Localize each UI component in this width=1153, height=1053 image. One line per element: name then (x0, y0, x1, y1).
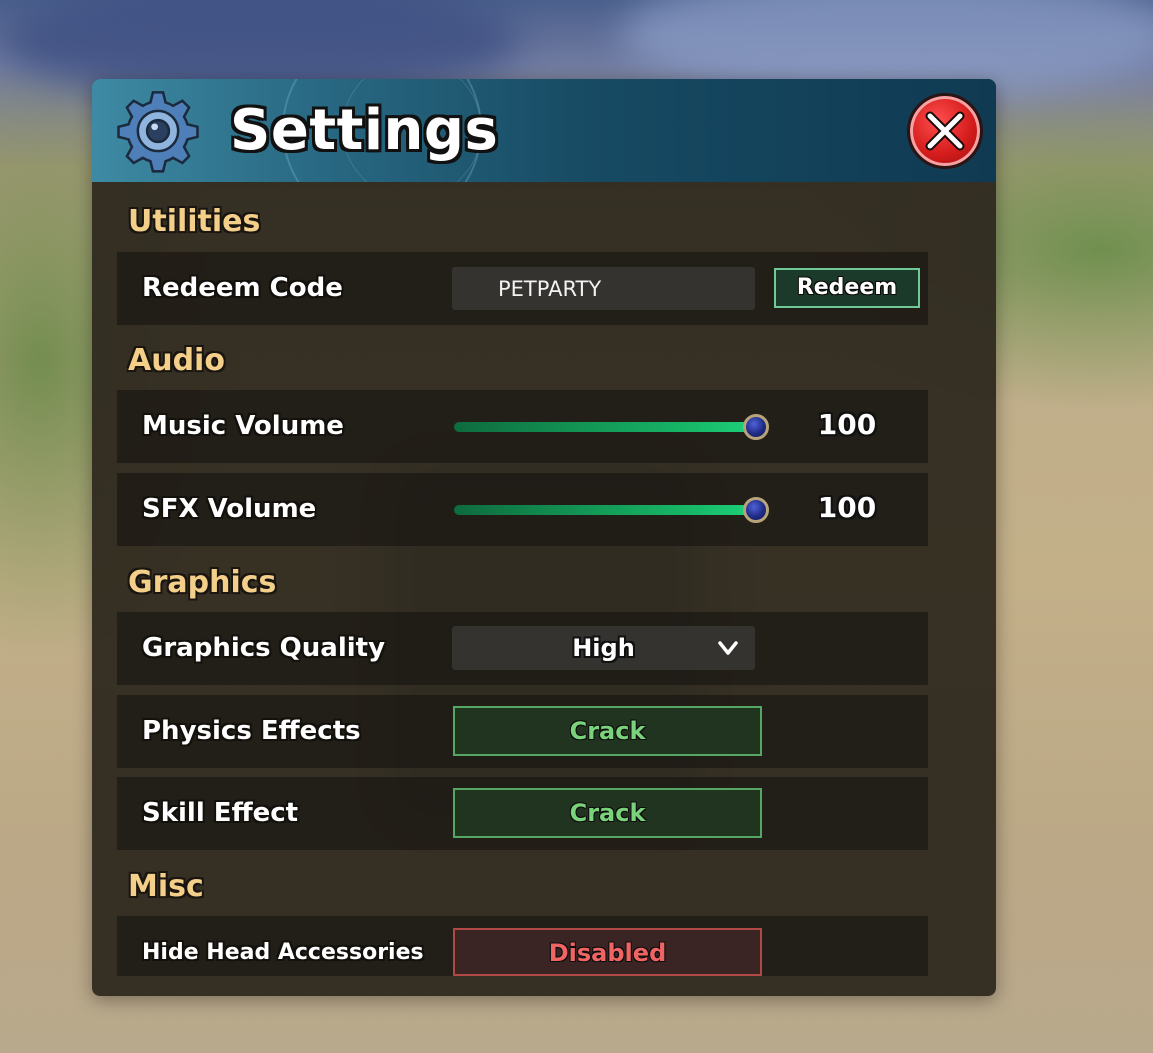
close-button[interactable] (907, 93, 983, 169)
sfx-volume-value: 100 (817, 491, 877, 524)
sfx-volume-fill (454, 505, 756, 515)
settings-row-music-volume: Music Volume 100 (117, 390, 928, 463)
settings-row-redeem-code: Redeem Code Redeem (117, 252, 928, 325)
section-title-utilities: Utilities (128, 204, 261, 239)
settings-header: Settings (92, 79, 996, 182)
redeem-code-input[interactable] (452, 267, 755, 310)
redeem-button[interactable]: Redeem (774, 268, 920, 308)
settings-row-skill-effect: Skill Effect Crack (117, 777, 928, 850)
music-volume-slider[interactable] (454, 414, 769, 440)
close-icon (925, 111, 965, 151)
music-volume-handle[interactable] (743, 414, 769, 440)
chevron-down-icon (718, 641, 738, 655)
hide-head-accessories-toggle[interactable]: Disabled (453, 928, 762, 976)
section-title-graphics: Graphics (128, 565, 277, 600)
physics-effects-label: Physics Effects (142, 716, 361, 746)
sfx-volume-slider[interactable] (454, 497, 769, 523)
physics-effects-toggle[interactable]: Crack (453, 706, 762, 756)
page-title: Settings (230, 98, 499, 163)
settings-row-graphics-quality: Graphics Quality High (117, 612, 928, 685)
graphics-quality-selected: High (572, 634, 635, 662)
sfx-volume-label: SFX Volume (142, 494, 317, 524)
gear-icon (117, 91, 199, 173)
hide-head-accessories-label: Hide Head Accessories (142, 940, 424, 965)
music-volume-label: Music Volume (142, 411, 344, 441)
graphics-quality-dropdown[interactable]: High (452, 626, 755, 670)
settings-row-sfx-volume: SFX Volume 100 (117, 473, 928, 546)
skill-effect-toggle[interactable]: Crack (453, 788, 762, 838)
settings-panel: Settings Utilities Redeem Code Redeem Au… (92, 79, 996, 996)
sfx-volume-handle[interactable] (743, 497, 769, 523)
music-volume-value: 100 (817, 408, 877, 441)
skill-effect-label: Skill Effect (142, 798, 299, 828)
section-title-audio: Audio (128, 343, 225, 378)
graphics-quality-label: Graphics Quality (142, 633, 386, 663)
redeem-code-label: Redeem Code (142, 273, 343, 303)
music-volume-fill (454, 422, 756, 432)
settings-row-physics-effects: Physics Effects Crack (117, 695, 928, 768)
settings-row-hide-head-accessories: Hide Head Accessories Disabled (117, 916, 928, 976)
section-title-misc: Misc (128, 869, 204, 904)
